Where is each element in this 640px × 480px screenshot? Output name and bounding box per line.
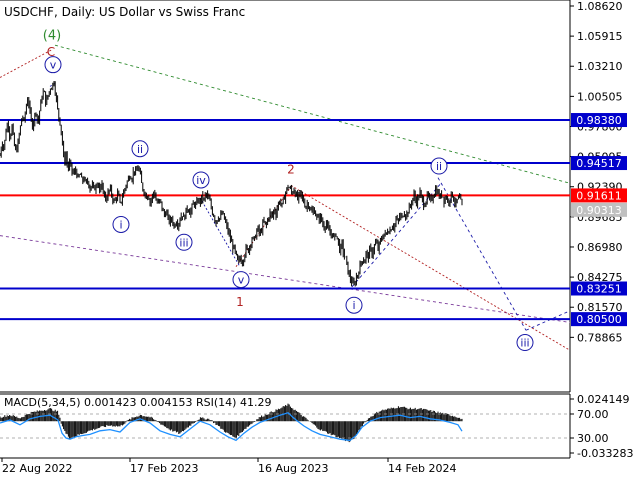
chart-canvas: (4)Cviiiviiiiv12iiiiii 1.086201.059151.0… — [0, 0, 640, 480]
wave-label-4: iv — [196, 174, 206, 187]
level-tag-label-2: 0.91611 — [576, 189, 622, 202]
time-tick-label-2: 16 Aug 2023 — [258, 462, 328, 475]
level-tag-label-0: 0.98380 — [576, 114, 622, 127]
price-tick-label-8: 0.86980 — [577, 241, 623, 254]
time-tick-label-0: 22 Aug 2022 — [2, 462, 72, 475]
wave-label-2: v — [50, 59, 57, 72]
time-tick-label-1: 17 Feb 2023 — [130, 462, 198, 475]
level-tag-label-1: 0.94517 — [576, 157, 622, 170]
wave-label-11: ii — [436, 160, 442, 173]
wave-label-8: 1 — [236, 295, 244, 309]
wave-label-5: i — [119, 218, 122, 231]
chart-title: USDCHF, Daily: US Dollar vs Swiss Franc — [4, 5, 245, 19]
wave-label-3: ii — [137, 143, 143, 156]
indicator-tick-label-0: 0.024149 — [577, 393, 630, 406]
indicator-tick-label-2: 30.00 — [577, 432, 609, 445]
indicator-tick-label-1: 70.00 — [577, 408, 609, 421]
wave-label-12: iii — [520, 337, 529, 350]
current-price-tag-label: 0.90313 — [576, 204, 622, 217]
wave-label-10: i — [352, 299, 355, 312]
price-tick-label-11: 0.78865 — [577, 331, 623, 344]
wave-label-9: 2 — [287, 162, 295, 176]
wave-label-7: v — [238, 274, 245, 287]
time-tick-label-3: 14 Feb 2024 — [388, 462, 456, 475]
wave-label-6: iii — [179, 236, 188, 249]
indicator-title: MACD(5,34,5) 0.001423 0.004153 RSI(14) 4… — [4, 396, 271, 409]
price-tick-label-3: 1.00505 — [577, 90, 623, 103]
level-tag-label-5: 0.80500 — [576, 313, 622, 326]
level-tag-label-4: 0.83251 — [576, 283, 622, 296]
price-tick-label-2: 1.03210 — [577, 60, 623, 73]
indicator-tick-label-3: -0.033283 — [577, 447, 633, 460]
price-tick-label-0: 1.08620 — [577, 0, 623, 13]
price-tick-label-1: 1.05915 — [577, 30, 623, 43]
wave-label-0: (4) — [43, 29, 61, 44]
